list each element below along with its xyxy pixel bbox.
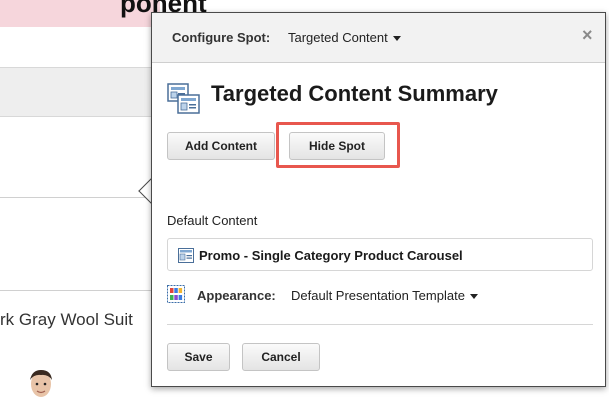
default-content-name: Promo - Single Category Product Carousel xyxy=(199,248,463,263)
divider xyxy=(0,197,155,198)
appearance-label: Appearance: xyxy=(197,288,276,303)
cancel-button[interactable]: Cancel xyxy=(242,343,320,371)
caret-down-icon xyxy=(392,36,401,42)
add-content-button[interactable]: Add Content xyxy=(167,132,275,160)
configure-spot-label: Configure Spot: xyxy=(172,30,271,45)
configure-spot-popover: Configure Spot: Targeted Content × Targe… xyxy=(151,12,606,387)
spot-type-dropdown[interactable]: Targeted Content xyxy=(288,30,401,45)
product-name[interactable]: rk Gray Wool Suit xyxy=(0,310,150,330)
appearance-icon xyxy=(167,285,185,303)
page-strip xyxy=(0,27,160,67)
highlight-box xyxy=(276,122,400,168)
product-image[interactable] xyxy=(22,368,60,401)
toolbar-bar xyxy=(0,67,160,117)
appearance-value: Default Presentation Template xyxy=(291,288,465,303)
divider xyxy=(0,290,155,291)
appearance-dropdown[interactable]: Default Presentation Template xyxy=(291,288,478,303)
summary-title: Targeted Content Summary xyxy=(211,81,498,106)
close-icon[interactable]: × xyxy=(582,25,593,46)
content-template-icon xyxy=(178,248,194,263)
targeted-content-icon xyxy=(167,83,201,115)
save-button[interactable]: Save xyxy=(167,343,230,371)
spot-type-value: Targeted Content xyxy=(288,30,388,45)
popover-header: Configure Spot: Targeted Content × xyxy=(152,13,605,63)
divider xyxy=(167,324,593,325)
default-content-item[interactable]: Promo - Single Category Product Carousel xyxy=(167,238,593,271)
default-content-label: Default Content xyxy=(167,213,258,228)
caret-down-icon xyxy=(469,294,478,300)
